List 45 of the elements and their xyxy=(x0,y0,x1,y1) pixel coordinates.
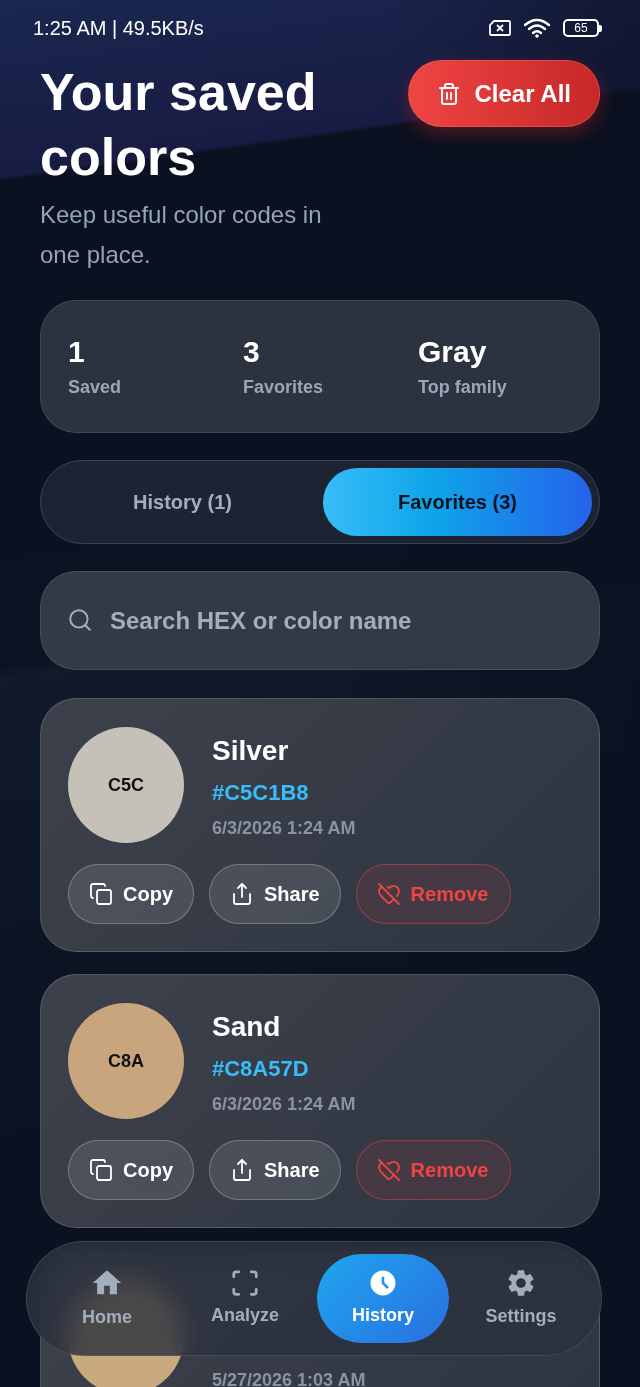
search-icon xyxy=(67,607,93,633)
clock-icon xyxy=(368,1268,398,1298)
saved-date: 5/27/2026 1:03 AM xyxy=(212,1369,366,1387)
copy-icon xyxy=(89,882,113,906)
nav-tab[interactable]: Home xyxy=(41,1254,173,1343)
nav-tab[interactable]: Analyze xyxy=(179,1254,311,1343)
color-name: Silver xyxy=(212,734,290,768)
remove-button[interactable]: Remove xyxy=(355,1140,512,1200)
share-icon xyxy=(230,882,254,906)
sim-card-icon xyxy=(489,20,511,36)
swatch-label: C8A xyxy=(108,1049,144,1073)
saved-date: 6/3/2026 1:24 AM xyxy=(212,1093,356,1116)
hex-code: #C5C1B8 xyxy=(212,779,310,807)
stat-label: Saved xyxy=(68,376,123,398)
battery-percent: 65 xyxy=(574,22,588,34)
color-name: Sand xyxy=(212,1010,282,1044)
stat-value: 1 xyxy=(68,334,86,370)
share-button[interactable]: Share xyxy=(209,1140,341,1200)
scan-icon xyxy=(230,1268,260,1298)
stat-value: Gray xyxy=(418,334,488,370)
stat-label: Favorites xyxy=(243,376,325,398)
wifi-icon xyxy=(524,18,550,38)
hex-code: #C8A57D xyxy=(212,1055,310,1083)
tab[interactable]: History (1) xyxy=(48,468,317,536)
copy-button[interactable]: Copy xyxy=(68,1140,194,1200)
trash-icon xyxy=(436,81,461,106)
saved-date: 6/3/2026 1:24 AM xyxy=(212,817,356,840)
share-button[interactable]: Share xyxy=(209,864,341,924)
status-time-speed: 1:25 AM | 49.5KB/s xyxy=(33,16,204,41)
page-subtitle: Keep useful color codes in one place. xyxy=(40,200,323,270)
nav-tab[interactable]: History xyxy=(317,1254,449,1343)
heart-off-icon xyxy=(376,882,401,906)
share-icon xyxy=(230,1158,254,1182)
stat-label: Top family xyxy=(418,376,508,398)
clear-all-button[interactable]: Clear All xyxy=(407,60,600,127)
swatch-label: C5C xyxy=(108,773,144,797)
page-title: Your saved colors xyxy=(40,62,318,188)
copy-button[interactable]: Copy xyxy=(68,864,194,924)
nav-tab[interactable]: Settings xyxy=(455,1254,587,1343)
heart-off-icon xyxy=(376,1158,401,1182)
stat-value: 3 xyxy=(243,334,261,370)
remove-button[interactable]: Remove xyxy=(355,864,512,924)
copy-icon xyxy=(89,1158,113,1182)
search-field[interactable]: Search HEX or color name xyxy=(40,571,600,670)
tab[interactable]: Favorites (3) xyxy=(323,468,592,536)
